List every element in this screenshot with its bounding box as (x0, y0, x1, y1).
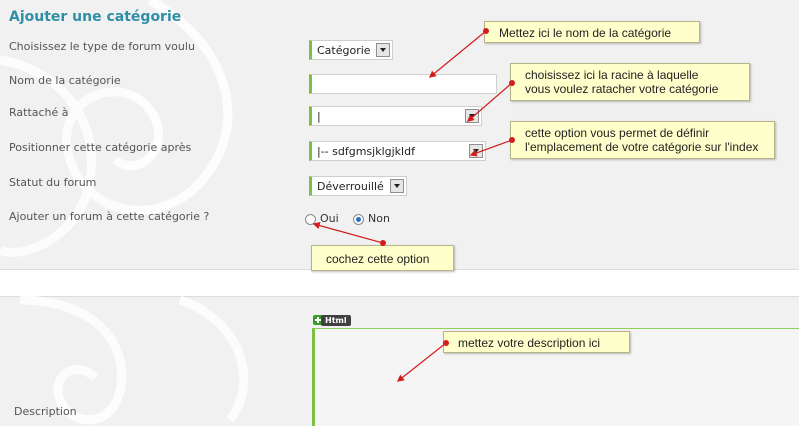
panel-separator (0, 270, 799, 297)
label-position-after: Positionner cette catégorie après (9, 141, 192, 154)
annotation-text: Mettez ici le nom de la catégorie (499, 26, 672, 40)
radio-non-label[interactable]: Non (368, 212, 390, 225)
annotation-text: mettez votre description ici (458, 336, 601, 350)
label-forum-status: Statut du forum (9, 176, 97, 189)
dropdown-arrow-icon[interactable] (390, 179, 404, 193)
label-category-name: Nom de la catégorie (9, 74, 121, 87)
parent-select-value: | (317, 110, 321, 123)
forum-status-value: Déverrouillé (317, 180, 384, 193)
annotation-note-radio: cochez cette option (311, 245, 454, 271)
annotation-text-line2: l'emplacement de votre catégorie sur l'i… (525, 140, 759, 154)
radio-non[interactable] (353, 214, 364, 225)
label-forum-type: Choisissez le type de forum voulu (9, 40, 195, 53)
position-select-value: |-- sdfgmsjklgjkldf (317, 145, 415, 158)
label-description: Description (14, 405, 77, 418)
dropdown-arrow-icon[interactable] (465, 109, 479, 123)
annotation-text: cochez cette option (326, 252, 430, 266)
annotation-note-parent: choisissez ici la racine à laquelle vous… (510, 63, 750, 101)
forum-status-select[interactable]: Déverrouillé (309, 176, 407, 196)
dropdown-arrow-icon[interactable] (469, 144, 483, 158)
html-mode-button[interactable]: Html (321, 315, 351, 326)
annotation-note-name: Mettez ici le nom de la catégorie (484, 21, 700, 43)
forum-type-value: Catégorie (317, 44, 371, 57)
dropdown-arrow-icon[interactable] (376, 43, 390, 57)
annotation-text-line1: choisissez ici la racine à laquelle (525, 68, 699, 82)
label-add-forum: Ajouter un forum à cette catégorie ? (9, 210, 210, 223)
position-select[interactable]: |-- sdfgmsjklgjkldf (309, 141, 486, 161)
annotation-note-position: cette option vous permet de définir l'em… (510, 121, 775, 159)
radio-oui-label[interactable]: Oui (320, 212, 339, 225)
annotation-text-line2: vous voulez ratacher votre catégorie (525, 82, 719, 96)
parent-select[interactable]: | (309, 106, 482, 126)
annotation-text-line1: cette option vous permet de définir (525, 126, 710, 140)
radio-oui[interactable] (305, 214, 316, 225)
label-attached-to: Rattaché à (9, 106, 69, 119)
category-name-input[interactable] (309, 74, 497, 94)
page-title: Ajouter une catégorie (9, 9, 182, 25)
forum-type-select[interactable]: Catégorie (309, 40, 393, 60)
annotation-note-description: mettez votre description ici (443, 331, 630, 353)
